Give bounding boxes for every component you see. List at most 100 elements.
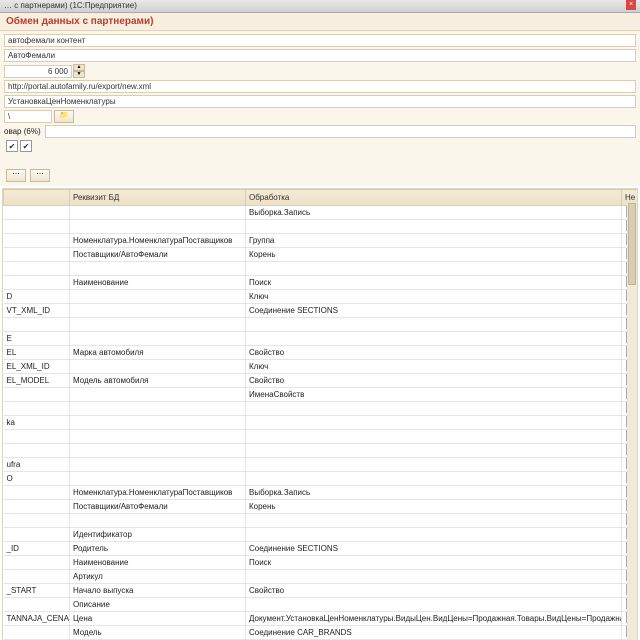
number-spinner[interactable]: ▲▼: [73, 64, 85, 78]
data-table: Реквизит БД Обработка Не испо Выборка.За…: [2, 188, 638, 640]
table-row[interactable]: Описание: [4, 598, 639, 612]
table-row[interactable]: Номенклатура.НоменклатураПоставщиковГруп…: [4, 234, 639, 248]
table-row[interactable]: EL_XML_IDКлюч: [4, 360, 639, 374]
col-1[interactable]: [4, 190, 70, 206]
table-row[interactable]: VT_XML_IDСоединение SECTIONS: [4, 304, 639, 318]
cell-obrabotka: Поиск: [246, 276, 622, 290]
table-row[interactable]: TANNAJA_CENAЦенаДокумент.УстановкаЦенНом…: [4, 612, 639, 626]
table-row[interactable]: [4, 402, 639, 416]
table-row[interactable]: НаименованиеПоиск: [4, 276, 639, 290]
table-row[interactable]: [4, 318, 639, 332]
table-row[interactable]: _IDРодительСоединение SECTIONS: [4, 542, 639, 556]
cell-obrabotka: [246, 416, 622, 430]
cell-rekvisit: Идентификатор: [70, 528, 246, 542]
scrollbar-thumb[interactable]: [628, 203, 636, 285]
cell-key: TANNAJA_CENA: [4, 612, 70, 626]
field-content[interactable]: автофемали контент: [4, 34, 636, 47]
cell-rekvisit: Начало выпуска: [70, 584, 246, 598]
cell-key: [4, 430, 70, 444]
cell-key: [4, 248, 70, 262]
table-row[interactable]: [4, 220, 639, 234]
cell-key: EL_XML_ID: [4, 360, 70, 374]
table-row[interactable]: DКлюч: [4, 290, 639, 304]
checkbox-1[interactable]: ✔: [6, 140, 18, 152]
table-row[interactable]: ka: [4, 416, 639, 430]
cell-key: _START: [4, 584, 70, 598]
cell-key: [4, 598, 70, 612]
field-doc-type[interactable]: УстановкаЦенНоменклатуры: [4, 95, 636, 108]
table-row[interactable]: E: [4, 332, 639, 346]
cell-rekvisit: [70, 444, 246, 458]
cell-key: EL: [4, 346, 70, 360]
cell-key: [4, 220, 70, 234]
table-row[interactable]: Идентификатор: [4, 528, 639, 542]
table-row[interactable]: ИменаСвойств: [4, 388, 639, 402]
cell-obrabotka: [246, 458, 622, 472]
table-row[interactable]: [4, 444, 639, 458]
cell-key: [4, 556, 70, 570]
cell-rekvisit: [70, 388, 246, 402]
cell-rekvisit: Марка автомобиля: [70, 346, 246, 360]
cell-rekvisit: [70, 262, 246, 276]
table-row[interactable]: ELМарка автомобиляСвойство: [4, 346, 639, 360]
table-row[interactable]: Номенклатура.НоменклатураПоставщиковВыбо…: [4, 486, 639, 500]
cell-rekvisit: [70, 318, 246, 332]
cell-rekvisit: [70, 472, 246, 486]
table-row[interactable]: МодельСоединение CAR_BRANDS: [4, 626, 639, 640]
field-number[interactable]: 6 000: [4, 65, 72, 78]
field-tovar[interactable]: [45, 125, 636, 138]
cell-obrabotka: [246, 402, 622, 416]
table-row[interactable]: EL_MODELМодель автомобиляСвойство: [4, 374, 639, 388]
vertical-scrollbar[interactable]: [627, 203, 637, 640]
cell-key: [4, 444, 70, 458]
cell-rekvisit: Артикул: [70, 570, 246, 584]
toolbar-btn-1[interactable]: ⋯: [6, 169, 26, 182]
table-row[interactable]: _STARTНачало выпускаСвойство: [4, 584, 639, 598]
cell-obrabotka: Группа: [246, 234, 622, 248]
table-row[interactable]: Выборка.Запись: [4, 206, 639, 220]
cell-key: VT_XML_ID: [4, 304, 70, 318]
col-obrabotka[interactable]: Обработка: [246, 190, 622, 206]
field-partner[interactable]: АвтоФемали: [4, 49, 636, 62]
table-row[interactable]: ufra: [4, 458, 639, 472]
cell-obrabotka: [246, 318, 622, 332]
cell-obrabotka: [246, 514, 622, 528]
cell-obrabotka: [246, 220, 622, 234]
cell-key: _ID: [4, 542, 70, 556]
table-row[interactable]: [4, 262, 639, 276]
cell-rekvisit: Модель автомобиля: [70, 374, 246, 388]
table-row[interactable]: Артикул: [4, 570, 639, 584]
cell-obrabotka: [246, 444, 622, 458]
cell-rekvisit: Родитель: [70, 542, 246, 556]
table-row[interactable]: Поставщики/АвтоФемалиКорень: [4, 248, 639, 262]
field-url[interactable]: http://portal.autofamily.ru/export/new.x…: [4, 80, 636, 93]
table-row[interactable]: Поставщики/АвтоФемалиКорень: [4, 500, 639, 514]
cell-rekvisit: Поставщики/АвтоФемали: [70, 248, 246, 262]
cell-obrabotka: Соединение CAR_BRANDS: [246, 626, 622, 640]
cell-key: [4, 570, 70, 584]
table-row[interactable]: O: [4, 472, 639, 486]
col-rekvisit[interactable]: Реквизит БД: [70, 190, 246, 206]
cell-key: [4, 318, 70, 332]
checkbox-2[interactable]: ✔: [20, 140, 32, 152]
cell-rekvisit: [70, 290, 246, 304]
close-icon[interactable]: ×: [626, 0, 636, 10]
cell-obrabotka: [246, 332, 622, 346]
browse-button[interactable]: 📁: [54, 110, 74, 123]
table-row[interactable]: НаименованиеПоиск: [4, 556, 639, 570]
cell-obrabotka: [246, 262, 622, 276]
table-row[interactable]: [4, 430, 639, 444]
folder-icon: 📁: [60, 112, 69, 119]
cell-rekvisit: [70, 206, 246, 220]
toolbar-btn-2[interactable]: ⋯: [30, 169, 50, 182]
cell-key: O: [4, 472, 70, 486]
cell-obrabotka: Соединение SECTIONS: [246, 542, 622, 556]
cell-rekvisit: [70, 304, 246, 318]
field-path[interactable]: \: [4, 110, 52, 123]
cell-key: E: [4, 332, 70, 346]
cell-obrabotka: Выборка.Запись: [246, 206, 622, 220]
table-row[interactable]: [4, 514, 639, 528]
cell-rekvisit: [70, 416, 246, 430]
cell-obrabotka: Выборка.Запись: [246, 486, 622, 500]
cell-obrabotka: Ключ: [246, 290, 622, 304]
